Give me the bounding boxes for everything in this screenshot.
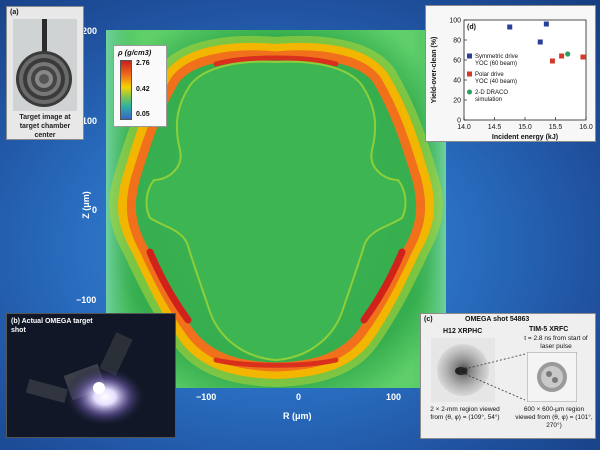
- y-tick-0: 0: [92, 205, 98, 215]
- yoc-chart: (d)02040608010014.0 14.5 15.0 15.5 16.0Incid…: [431, 18, 593, 142]
- panel-a-tag: (a): [10, 9, 19, 16]
- y-tick-label: 100: [449, 18, 461, 25]
- y-axis-label: Yield-over-clean (%): [431, 37, 438, 104]
- panel-b-caption: (b) Actual OMEGA target shot: [11, 318, 93, 334]
- y-tick-label: 80: [453, 38, 461, 45]
- data-point: [565, 51, 571, 57]
- legend-label: YOC (60 beam): [475, 61, 517, 67]
- legend-label: 2-D DRACO: [475, 90, 508, 96]
- data-point: [537, 39, 543, 45]
- y-tick-label: 40: [453, 78, 461, 85]
- chart-tag: (d): [467, 24, 476, 31]
- data-point: [543, 21, 549, 27]
- target-image: [13, 19, 77, 111]
- chart-frame: [463, 19, 587, 121]
- legend-label: YOC (40 beam): [475, 79, 517, 85]
- data-point: [580, 54, 586, 60]
- x-tick-0: 0: [296, 392, 302, 402]
- x-tick-label: 16.0: [579, 124, 593, 131]
- x-axis-label: Incident energy (kJ): [492, 134, 558, 141]
- colorbar-min: 0.05: [136, 111, 150, 118]
- y-tick-label: 60: [453, 58, 461, 65]
- x-tick-label: 15.0: [518, 124, 532, 131]
- data-point: [559, 53, 565, 59]
- panel-a: (a) Target image at target chamber cente…: [6, 6, 84, 140]
- x-tick-minus100: −100: [196, 392, 217, 402]
- colorbar-max: 2.76: [136, 60, 150, 67]
- legend-label: Polar drive: [475, 72, 504, 78]
- panel-a-caption: Target image at target chamber center: [19, 114, 71, 139]
- panel-c-right-caption: 600 × 600-μm region viewed from (θ, φ) =…: [515, 406, 593, 429]
- legend-label: simulation: [475, 97, 502, 103]
- x-tick-label: 14.0: [457, 124, 471, 131]
- colorbar-gradient: [120, 60, 132, 120]
- colorbar-panel: ρ (g/cm3) 2.76 0.42 0.05: [113, 45, 167, 127]
- panel-b: (b) Actual OMEGA target shot: [6, 313, 176, 438]
- data-point: [549, 58, 555, 64]
- panel-c: (c) OMEGA shot 54863 H12 XRPHC TIM-5 XRF…: [420, 313, 596, 439]
- y-tick-minus100: −100: [76, 295, 97, 305]
- x-tick-label: 14.5: [488, 124, 502, 131]
- y-tick-200: 200: [82, 26, 98, 36]
- y-tick-100: 100: [82, 116, 98, 126]
- legend-swatch: [467, 71, 472, 77]
- colorbar-mid: 0.42: [136, 86, 150, 93]
- panel-c-left-caption: 2 × 2-mm region viewed from (θ, φ) = (10…: [430, 406, 500, 421]
- data-point: [507, 24, 513, 30]
- y-axis-label: Z (μm): [80, 191, 91, 219]
- panel-d: (d) 0 20 40 60 80 100 14.0 14.5 15.0 15.5 16.0 Incid…: [425, 5, 596, 142]
- x-tick-label: 15.5: [549, 124, 563, 131]
- colorbar-title: ρ (g/cm3): [118, 48, 152, 57]
- y-tick-label: 20: [453, 98, 461, 105]
- legend-swatch: [467, 89, 472, 95]
- x-axis-label: R (μm): [283, 411, 312, 421]
- x-tick-100: 100: [386, 392, 402, 402]
- legend-label: Symmetric drive: [475, 54, 519, 60]
- legend-swatch: [467, 53, 472, 59]
